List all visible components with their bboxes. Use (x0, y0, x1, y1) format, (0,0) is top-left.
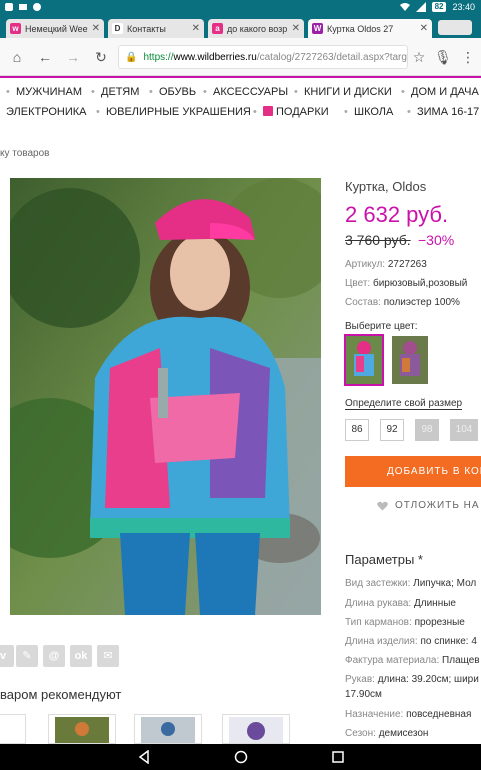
discount-badge: −30% (418, 232, 455, 248)
heart-icon (377, 501, 388, 511)
param-row: Фактура материала: Плащев (345, 655, 480, 666)
notification-icon (19, 4, 27, 10)
android-navigation-bar (0, 744, 481, 770)
recommended-item[interactable] (134, 714, 202, 744)
clock: 23:40 (452, 2, 475, 12)
url-scheme: https:// (143, 51, 174, 63)
recommended-item[interactable] (0, 714, 26, 744)
postpone-button[interactable]: ОТЛОЖИТЬ НА (395, 500, 480, 511)
forward-icon[interactable]: → (64, 48, 82, 66)
vk-share-icon[interactable]: v (0, 645, 14, 667)
lock-icon: 🔒 (125, 51, 138, 63)
recommend-heading: варом рекомендуют (0, 687, 122, 702)
site-favicon-icon: W (312, 23, 323, 34)
battery-level: 82 (431, 2, 447, 12)
menu-item-men[interactable]: МУЖЧИНАМ (16, 86, 82, 98)
menu-dots-icon[interactable]: ⋮ (459, 48, 477, 66)
menu-item-shoes[interactable]: ОБУВЬ (159, 86, 196, 98)
param-row: Длина рукава: Длинные (345, 598, 456, 609)
menu-item-accessories[interactable]: АКСЕССУАРЫ (213, 86, 288, 98)
recommended-item[interactable] (222, 714, 290, 744)
reload-icon[interactable]: ↻ (92, 48, 110, 66)
close-tab-icon[interactable]: ✕ (92, 23, 100, 34)
param-row: Назначение: повседневная (345, 709, 472, 720)
size-option[interactable]: 86 (345, 419, 369, 441)
param-row: Длина изделия: по спинке: 4 (345, 636, 477, 647)
gift-icon (263, 106, 273, 116)
menu-item-gifts[interactable]: ПОДАРКИ (263, 106, 329, 118)
url-host: www.wildberries.ru (173, 51, 257, 63)
menu-item-electronics[interactable]: ЭЛЕКТРОНИКА (6, 106, 86, 118)
home-nav-icon[interactable] (234, 750, 248, 764)
bookmark-star-icon[interactable]: ☆ (410, 48, 428, 66)
product-price: 2 632 руб. (345, 202, 449, 227)
tab-title: Немецкий Week (25, 23, 88, 34)
add-to-cart-button[interactable]: ДОБАВИТЬ В КОР (345, 456, 481, 487)
param-row: Вид застежки: Липучка; Мол (345, 578, 477, 589)
close-tab-icon[interactable]: ✕ (420, 23, 428, 34)
menu-item-kids[interactable]: ДЕТЯМ (101, 86, 139, 98)
signal-icon (415, 2, 426, 12)
browser-toolbar: ⌂ ← → ↻ 🔒 https:// www.wildberries.ru /c… (0, 38, 481, 76)
microphone-icon[interactable]: 🎙 (434, 48, 452, 66)
param-row: Сезон: демисезон (345, 728, 429, 739)
home-icon[interactable]: ⌂ (8, 48, 26, 66)
back-icon[interactable]: ← (36, 48, 54, 66)
back-nav-icon[interactable] (137, 750, 151, 764)
menu-item-books[interactable]: КНИГИ И ДИСКИ (304, 86, 392, 98)
browser-tab[interactable]: w Немецкий Week ✕ (6, 19, 104, 38)
close-tab-icon[interactable]: ✕ (292, 23, 300, 34)
tab-title: Контакты (127, 23, 166, 34)
article-row: Артикул: 2727263 (345, 259, 427, 270)
color-row: Цвет: бирюзовый,розовый (345, 278, 468, 289)
tab-title: до какого возр (227, 23, 288, 34)
product-photo[interactable] (10, 178, 321, 615)
wifi-icon (399, 3, 410, 11)
browser-tab[interactable]: a до какого возр ✕ (208, 19, 304, 38)
param-row: Тип карманов: прорезные (345, 617, 465, 628)
breadcrumb[interactable]: ку товаров (0, 148, 50, 159)
menu-item-home[interactable]: ДОМ И ДАЧА (411, 86, 479, 98)
size-option[interactable]: 92 (380, 419, 404, 441)
browser-tab[interactable]: D Контакты ✕ (108, 19, 204, 38)
site-favicon-icon: a (212, 23, 223, 34)
composition-row: Состав: полиэстер 100% (345, 297, 460, 308)
new-tab-button[interactable] (438, 20, 472, 35)
notification-icon (5, 3, 13, 11)
color-swatch-selected[interactable] (344, 334, 384, 386)
size-option-unavailable[interactable]: 104 (450, 419, 478, 441)
param-row: 17.90см (345, 689, 382, 700)
browser-tab-active[interactable]: W Куртка Oldos 27 ✕ (308, 19, 432, 38)
edit-share-icon[interactable]: ✎ (16, 645, 38, 667)
android-status-bar: 82 23:40 (0, 0, 481, 16)
menu-item-school[interactable]: ШКОЛА (354, 106, 393, 118)
menu-item-jewelry[interactable]: ЮВЕЛИРНЫЕ УКРАШЕНИЯ (106, 106, 251, 118)
site-favicon-icon: D (112, 23, 123, 34)
color-swatch[interactable] (392, 336, 428, 384)
menu-item-winter[interactable]: ЗИМА 16-17 (417, 106, 479, 118)
choose-color-label: Выберите цвет: (345, 321, 418, 332)
email-share-icon[interactable]: ✉ (97, 645, 119, 667)
tab-title: Куртка Oldos 27 (327, 23, 394, 34)
notification-icon (33, 3, 41, 11)
product-title: Куртка, Oldos (345, 179, 427, 194)
recents-nav-icon[interactable] (331, 750, 345, 764)
mail-share-icon[interactable]: @ (43, 645, 65, 667)
params-heading: Параметры * (345, 552, 423, 567)
url-path: /catalog/2727263/detail.aspx?targ (256, 51, 407, 63)
browser-tab-strip: w Немецкий Week ✕ D Контакты ✕ a до како… (0, 16, 481, 38)
header-accent-line (0, 76, 481, 78)
site-favicon-icon: w (10, 23, 21, 34)
size-guide-link[interactable]: Определите свой размер (345, 398, 463, 410)
recommended-item[interactable] (48, 714, 116, 744)
odnoklassniki-share-icon[interactable]: ok (70, 645, 92, 667)
size-option-unavailable[interactable]: 98 (415, 419, 439, 441)
param-row: Рукав: длина: 39.20см; шири (345, 674, 479, 685)
old-price: 3 760 руб. (345, 232, 411, 248)
address-bar[interactable]: 🔒 https:// www.wildberries.ru /catalog/2… (118, 45, 408, 69)
close-tab-icon[interactable]: ✕ (192, 23, 200, 34)
